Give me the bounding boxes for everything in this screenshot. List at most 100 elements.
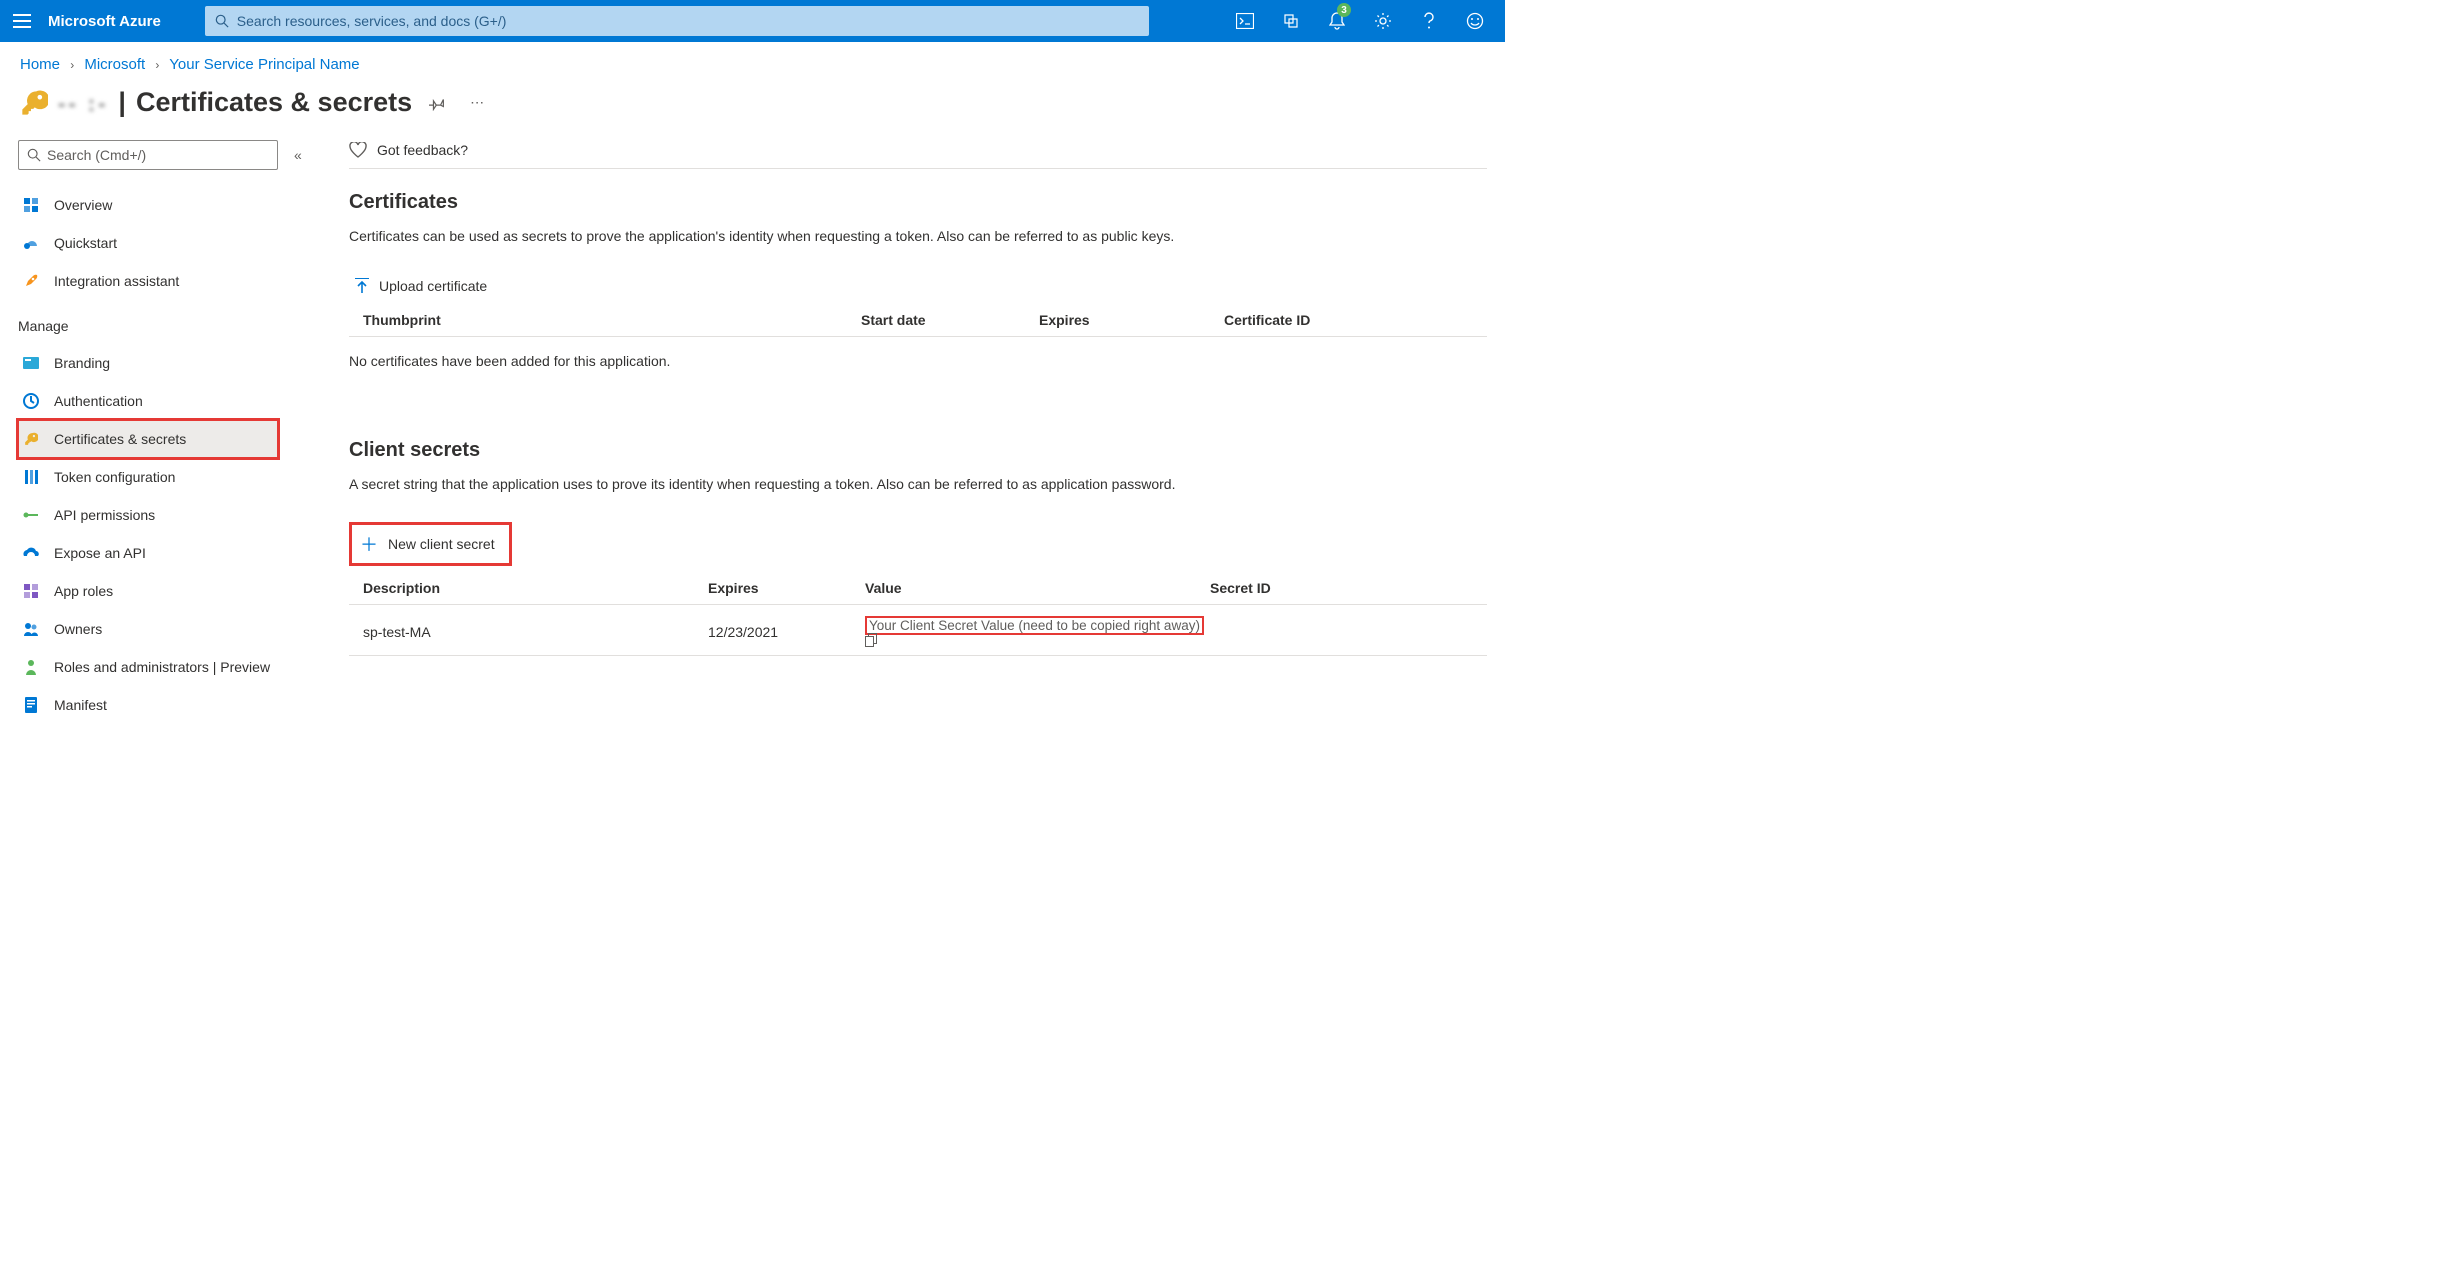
chevron-right-icon: › [149, 58, 165, 72]
top-bar: Microsoft Azure 3 [0, 0, 1505, 42]
sidebar-item-label: API permissions [54, 507, 155, 523]
sidebar-item-manifest[interactable]: Manifest [18, 686, 325, 724]
breadcrumb-microsoft[interactable]: Microsoft [84, 56, 145, 73]
breadcrumb-service-principal[interactable]: Your Service Principal Name [169, 56, 359, 73]
roles-admin-icon [20, 659, 42, 675]
page-title-separator: | [118, 87, 126, 118]
feedback-face-icon[interactable] [1453, 0, 1497, 42]
sidebar-item-label: Authentication [54, 393, 143, 409]
sidebar-search[interactable] [18, 140, 278, 170]
branding-icon [20, 357, 42, 369]
col-expires: Expires [1039, 312, 1224, 328]
sidebar-item-label: Branding [54, 355, 110, 371]
certificates-table-header: Thumbprint Start date Expires Certificat… [349, 312, 1487, 337]
secret-expires: 12/23/2021 [708, 624, 865, 640]
sidebar-item-api-permissions[interactable]: API permissions [18, 496, 325, 534]
sidebar-item-label: Manifest [54, 697, 107, 713]
copy-icon[interactable] [865, 633, 1210, 647]
secret-value-cell: Your Client Secret Value (need to be cop… [865, 617, 1210, 647]
sidebar-item-certificates-secrets[interactable]: Certificates & secrets [18, 420, 278, 458]
upload-certificate-button[interactable]: Upload certificate [349, 274, 493, 298]
sidebar-item-app-roles[interactable]: App roles [18, 572, 325, 610]
sidebar-item-label: Certificates & secrets [54, 431, 186, 447]
secrets-table-header: Description Expires Value Secret ID [349, 580, 1487, 605]
plus-icon: ＋ [360, 531, 378, 557]
notifications-icon[interactable]: 3 [1315, 0, 1359, 42]
secret-row: sp-test-MA 12/23/2021 Your Client Secret… [349, 605, 1487, 656]
pin-icon[interactable] [422, 88, 452, 118]
sidebar-item-owners[interactable]: Owners [18, 610, 325, 648]
page-title: Certificates & secrets [136, 87, 412, 118]
sidebar-item-overview[interactable]: Overview [18, 186, 325, 224]
token-icon [20, 469, 42, 485]
col-description: Description [363, 580, 708, 596]
app-roles-icon [20, 583, 42, 599]
upload-icon [355, 278, 369, 294]
sidebar-search-input[interactable] [47, 147, 269, 163]
sidebar-item-label: App roles [54, 583, 113, 599]
auth-icon [20, 393, 42, 409]
manifest-icon [20, 697, 42, 713]
client-secrets-heading: Client secrets [349, 439, 1487, 462]
sidebar-item-roles-administrators[interactable]: Roles and administrators | Preview [18, 648, 325, 686]
sidebar-item-label: Roles and administrators | Preview [54, 659, 270, 675]
col-thumbprint: Thumbprint [363, 312, 861, 328]
sidebar-item-label: Owners [54, 621, 102, 637]
sidebar-item-label: Integration assistant [54, 273, 179, 289]
sidebar-item-expose-api[interactable]: Expose an API [18, 534, 325, 572]
key-icon [20, 89, 48, 117]
chevron-right-icon: › [64, 58, 80, 72]
col-expires: Expires [708, 580, 865, 596]
col-secret-id: Secret ID [1210, 580, 1487, 596]
page-title-blurred: -- :- [58, 91, 108, 117]
brand-label[interactable]: Microsoft Azure [44, 13, 175, 30]
sidebar-item-label: Quickstart [54, 235, 117, 251]
breadcrumb: Home › Microsoft › Your Service Principa… [0, 42, 1505, 83]
heart-icon [349, 142, 367, 158]
sidebar-group-manage: Manage [18, 300, 325, 344]
directories-icon[interactable] [1269, 0, 1313, 42]
overview-icon [20, 197, 42, 213]
sidebar-item-label: Token configuration [54, 469, 175, 485]
more-icon[interactable]: ⋯ [462, 88, 492, 118]
main-content: Got feedback? Certificates Certificates … [325, 140, 1505, 724]
cloud-shell-icon[interactable] [1223, 0, 1267, 42]
global-search[interactable] [205, 6, 1149, 36]
certificates-empty-message: No certificates have been added for this… [349, 337, 1487, 369]
quickstart-icon [20, 236, 42, 250]
sidebar-item-branding[interactable]: Branding [18, 344, 325, 382]
new-client-secret-button[interactable]: ＋ New client secret [349, 522, 512, 566]
notification-badge: 3 [1337, 3, 1351, 17]
client-secrets-description: A secret string that the application use… [349, 476, 1487, 492]
sidebar-item-quickstart[interactable]: Quickstart [18, 224, 325, 262]
settings-icon[interactable] [1361, 0, 1405, 42]
collapse-sidebar-icon[interactable]: « [294, 147, 302, 163]
sidebar-item-label: Overview [54, 197, 112, 213]
feedback-link[interactable]: Got feedback? [349, 140, 1487, 169]
page-heading: -- :- | Certificates & secrets ⋯ [0, 83, 1505, 140]
sidebar-item-integration-assistant[interactable]: Integration assistant [18, 262, 325, 300]
breadcrumb-home[interactable]: Home [20, 56, 60, 73]
expose-api-icon [20, 547, 42, 559]
certificates-heading: Certificates [349, 191, 1487, 214]
sidebar-item-label: Expose an API [54, 545, 146, 561]
col-value: Value [865, 580, 1210, 596]
upload-certificate-label: Upload certificate [379, 278, 487, 294]
owners-icon [20, 622, 42, 636]
certificates-description: Certificates can be used as secrets to p… [349, 228, 1487, 244]
col-start-date: Start date [861, 312, 1039, 328]
col-certificate-id: Certificate ID [1224, 312, 1487, 328]
top-icons-group: 3 [1223, 0, 1505, 42]
new-client-secret-label: New client secret [388, 536, 495, 552]
api-permissions-icon [20, 509, 42, 521]
feedback-label: Got feedback? [377, 142, 468, 158]
sidebar-item-token-configuration[interactable]: Token configuration [18, 458, 325, 496]
rocket-icon [20, 273, 42, 289]
global-search-input[interactable] [237, 13, 1139, 29]
menu-icon[interactable] [0, 14, 44, 28]
sidebar-item-authentication[interactable]: Authentication [18, 382, 325, 420]
secret-description: sp-test-MA [363, 624, 708, 640]
sidebar: « Overview Quickstart Integration assist… [0, 140, 325, 724]
help-icon[interactable] [1407, 0, 1451, 42]
key-icon [20, 432, 42, 446]
